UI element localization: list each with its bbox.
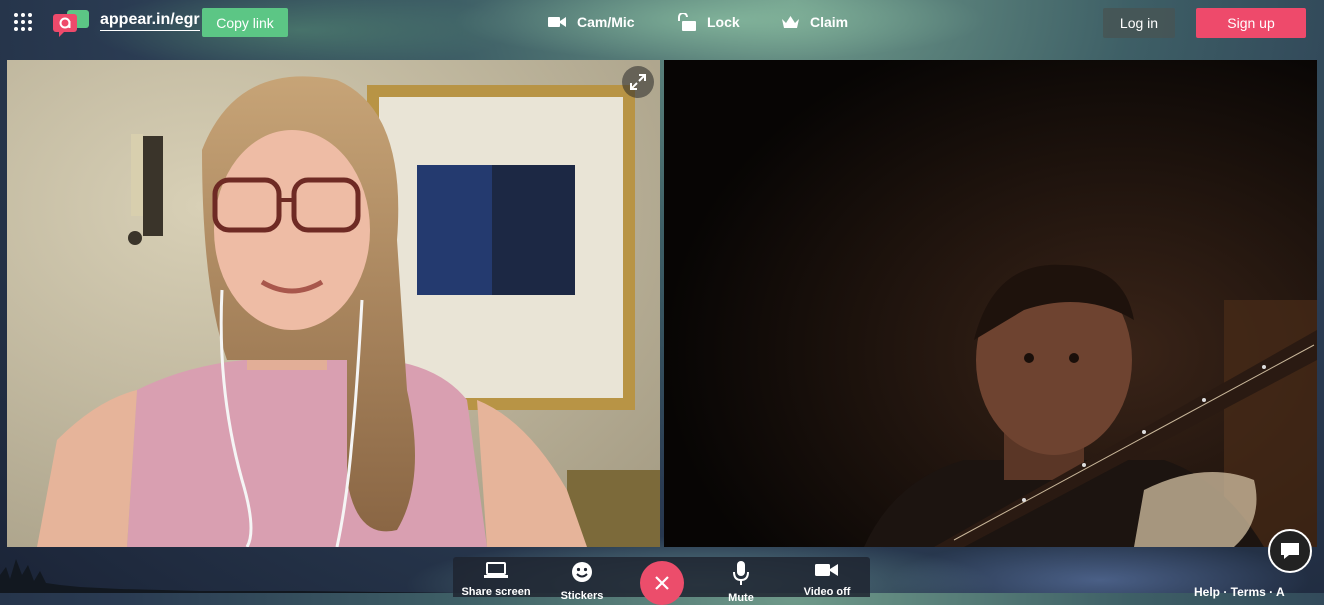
cam-mic-label: Cam/Mic (577, 14, 635, 30)
signup-button[interactable]: Sign up (1196, 8, 1306, 38)
claim-button[interactable]: Claim (781, 12, 848, 32)
top-bar: appear.in/egr Copy link Cam/Mic Lock Cla… (0, 0, 1324, 46)
footer-links[interactable]: Help · Terms · A (1194, 585, 1285, 599)
claim-label: Claim (810, 14, 849, 30)
laptop-icon (484, 562, 508, 578)
expand-icon (630, 74, 646, 90)
room-url-link[interactable]: appear.in/egr (100, 11, 200, 31)
close-icon (655, 576, 669, 590)
cam-mic-button[interactable]: Cam/Mic (548, 12, 635, 32)
video-off-button[interactable]: Video off (787, 561, 867, 598)
leave-call-button[interactable] (640, 561, 684, 605)
video-tile-remote[interactable] (664, 60, 1317, 547)
video-camera-icon (815, 564, 838, 576)
share-screen-button[interactable]: Share screen (456, 561, 536, 598)
video-tile-self[interactable] (7, 60, 660, 547)
share-screen-label: Share screen (461, 586, 531, 598)
chat-bubble-icon (1281, 543, 1299, 559)
apps-grid-icon[interactable] (14, 13, 32, 31)
expand-video-button[interactable] (622, 66, 654, 98)
camera-icon (548, 17, 566, 27)
mute-label: Mute (728, 592, 754, 604)
lock-button[interactable]: Lock (677, 12, 740, 32)
lock-icon (678, 13, 696, 31)
tree-silhouette (0, 559, 460, 593)
microphone-icon (733, 561, 749, 585)
mute-button[interactable]: Mute (701, 561, 781, 604)
stickers-label: Stickers (560, 590, 604, 602)
lock-label: Lock (707, 14, 740, 30)
video-feed-woman (7, 60, 660, 547)
chat-button[interactable] (1268, 529, 1312, 573)
appear-in-logo[interactable] (53, 9, 89, 42)
call-controls: Share screen Stickers Mute Video off (453, 557, 870, 605)
copy-link-button[interactable]: Copy link (202, 8, 288, 37)
login-button[interactable]: Log in (1103, 8, 1175, 38)
video-feed-man (664, 60, 1317, 547)
stickers-button[interactable]: Stickers (542, 561, 622, 602)
crown-icon (782, 16, 799, 28)
video-off-label: Video off (803, 586, 851, 598)
smiley-icon (572, 562, 592, 582)
